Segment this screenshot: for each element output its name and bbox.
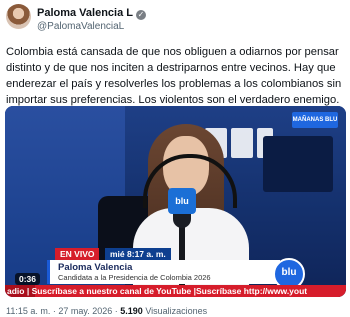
video-player[interactable]: MAÑANAS BLU blu EN VIVO mié 8:17 a. m. P… (5, 106, 346, 297)
tweet-date[interactable]: 27 may. 2026 (58, 306, 112, 316)
tweet-header: Paloma Valencia L ✓ @PalomaValenciaL (6, 4, 346, 36)
views-count: 5.190 (120, 306, 143, 316)
studio-panel (231, 128, 253, 158)
verified-icon: ✓ (136, 10, 146, 20)
news-ticker: adio | Suscríbase a nuestro canal de You… (5, 285, 346, 297)
station-logo: MAÑANAS BLU (292, 112, 338, 128)
broadcast-time: mié 8:17 a. m. (105, 248, 171, 260)
mic-flag-logo: blu (168, 188, 196, 214)
author-handle[interactable]: @PalomaValenciaL (37, 21, 124, 32)
studio-monitor (263, 136, 333, 192)
live-label: EN VIVO (55, 248, 100, 260)
author-name-text[interactable]: Paloma Valencia L (37, 7, 133, 19)
tweet-text: Colombia está cansada de que nos obligue… (6, 46, 342, 106)
ticker-text: adio | Suscríbase a nuestro canal de You… (7, 286, 308, 296)
lower-third: Paloma Valencia Candidata a la Presidenc… (47, 260, 280, 284)
views-label: Visualizaciones (145, 306, 208, 316)
author-name[interactable]: Paloma Valencia L ✓ (37, 7, 146, 20)
avatar[interactable] (6, 4, 31, 29)
tweet-meta: 11:15 a. m. · 27 may. 2026 · 5.190 Visua… (6, 306, 207, 316)
tweet-time[interactable]: 11:15 a. m. (6, 306, 50, 316)
video-elapsed-time: 0:36 (15, 273, 41, 285)
lower-third-subtitle: Candidata a la Presidencia de Colombia 2… (58, 273, 211, 282)
lower-third-name: Paloma Valencia (58, 262, 133, 273)
